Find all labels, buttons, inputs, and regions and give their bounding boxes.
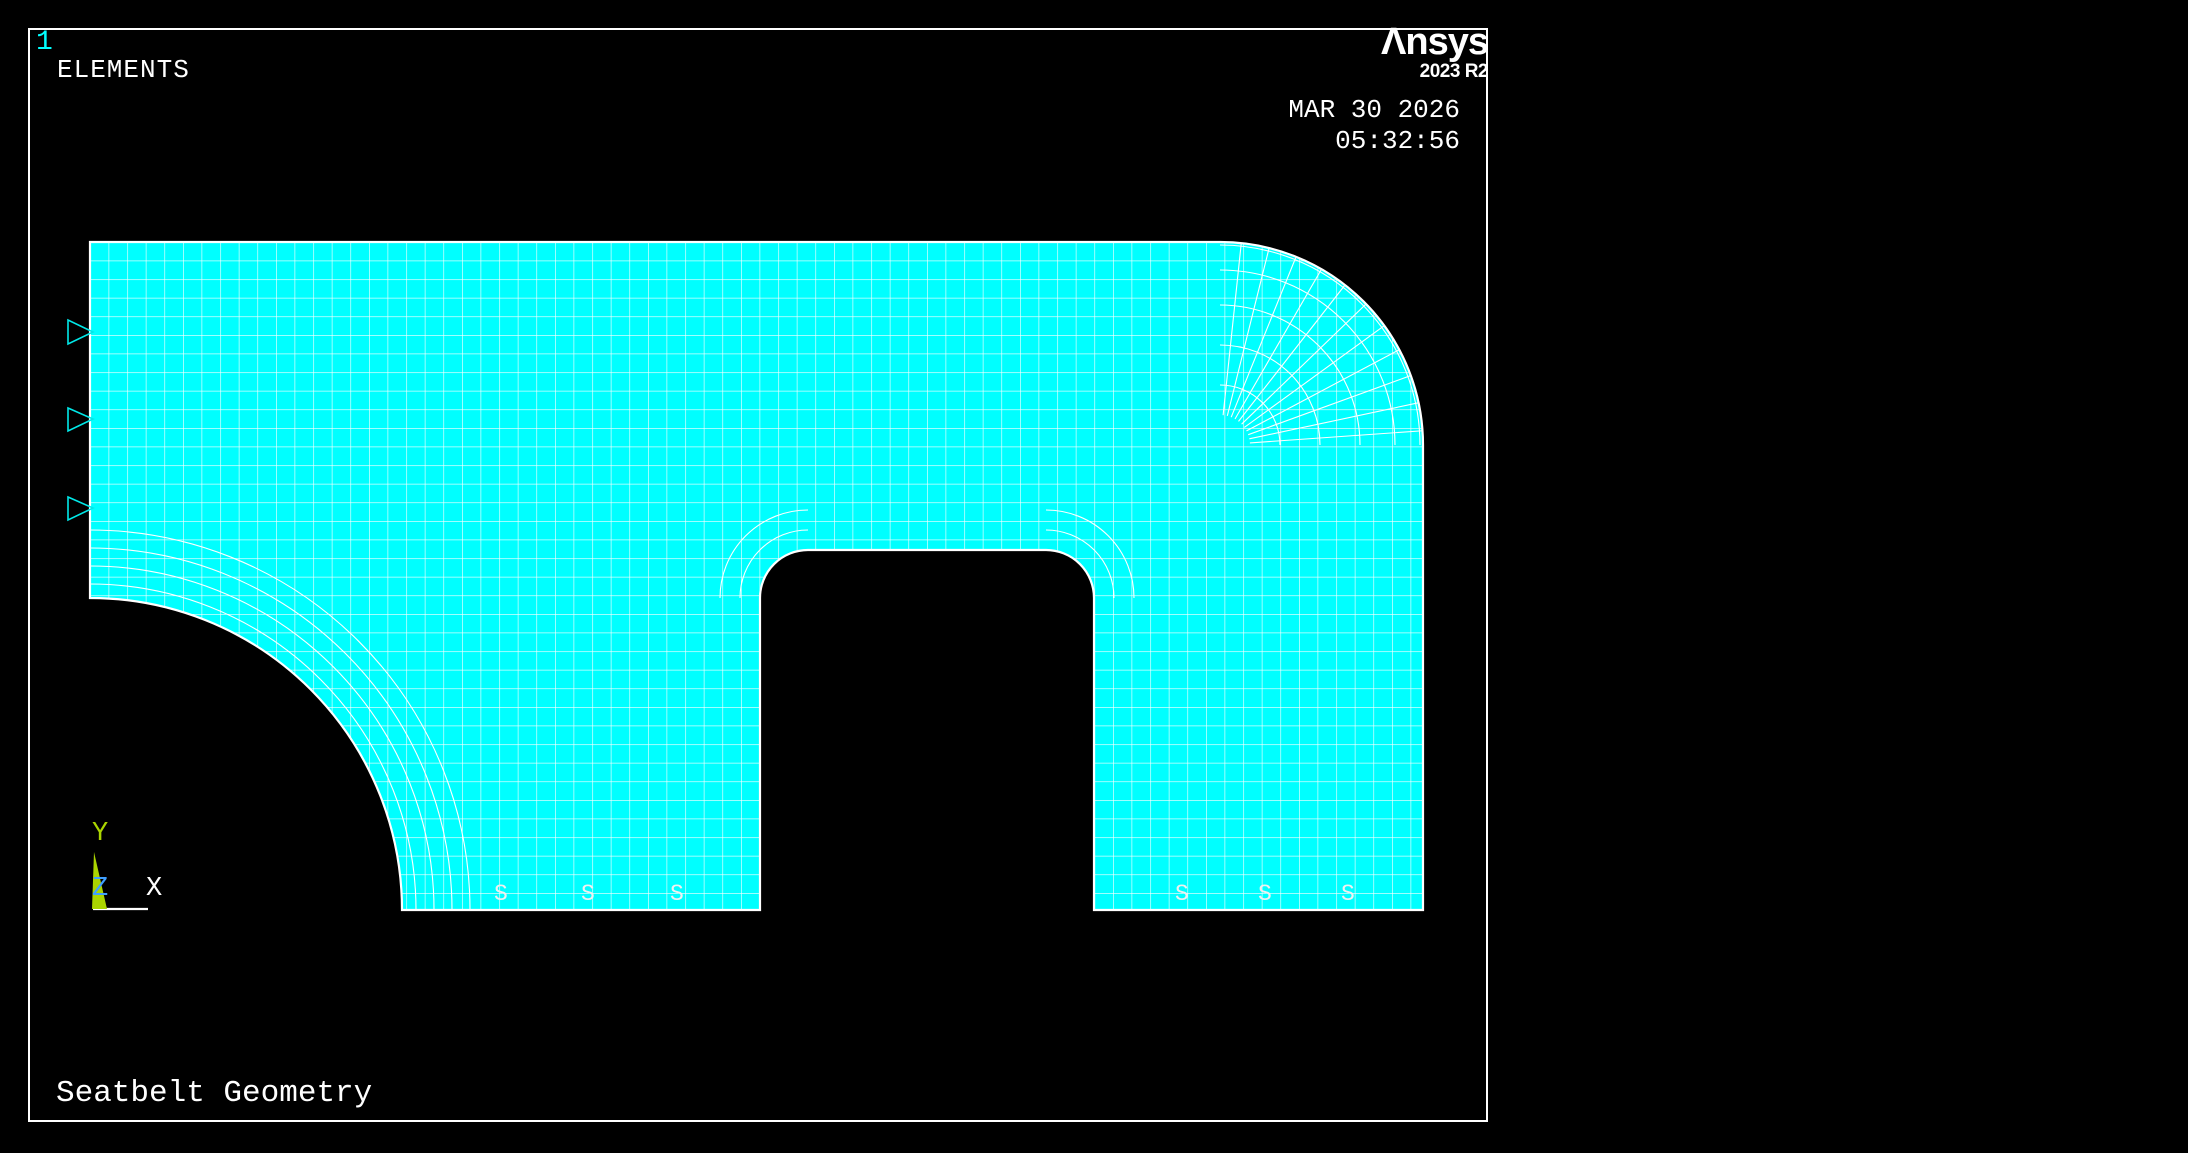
ansys-version: 2023 R2 <box>1420 62 1488 81</box>
date-label: MAR 30 2026 <box>1288 97 1460 123</box>
triad-x-label: X <box>146 876 162 903</box>
ansys-logo: Λnsys <box>1381 23 1488 61</box>
ansys-graphics-window: 1 ELEMENTS Λnsys 2023 R2 MAR 30 2026 05:… <box>0 0 2188 1153</box>
plot-number: 1 <box>36 29 53 57</box>
plot-title: Seatbelt Geometry <box>56 1078 372 1109</box>
symmetry-symbol: S <box>1258 883 1272 906</box>
symmetry-symbol: S <box>494 883 508 906</box>
symmetry-symbol: S <box>581 883 595 906</box>
symmetry-symbol: S <box>1175 883 1189 906</box>
triad-z-label: Z <box>92 876 108 903</box>
plot-type-label: ELEMENTS <box>57 57 190 83</box>
triad-y-label: Y <box>92 821 108 848</box>
symmetry-symbol: S <box>1341 883 1355 906</box>
viewport-frame <box>28 28 1488 1122</box>
time-label: 05:32:56 <box>1335 128 1460 154</box>
symmetry-symbol: S <box>670 883 684 906</box>
